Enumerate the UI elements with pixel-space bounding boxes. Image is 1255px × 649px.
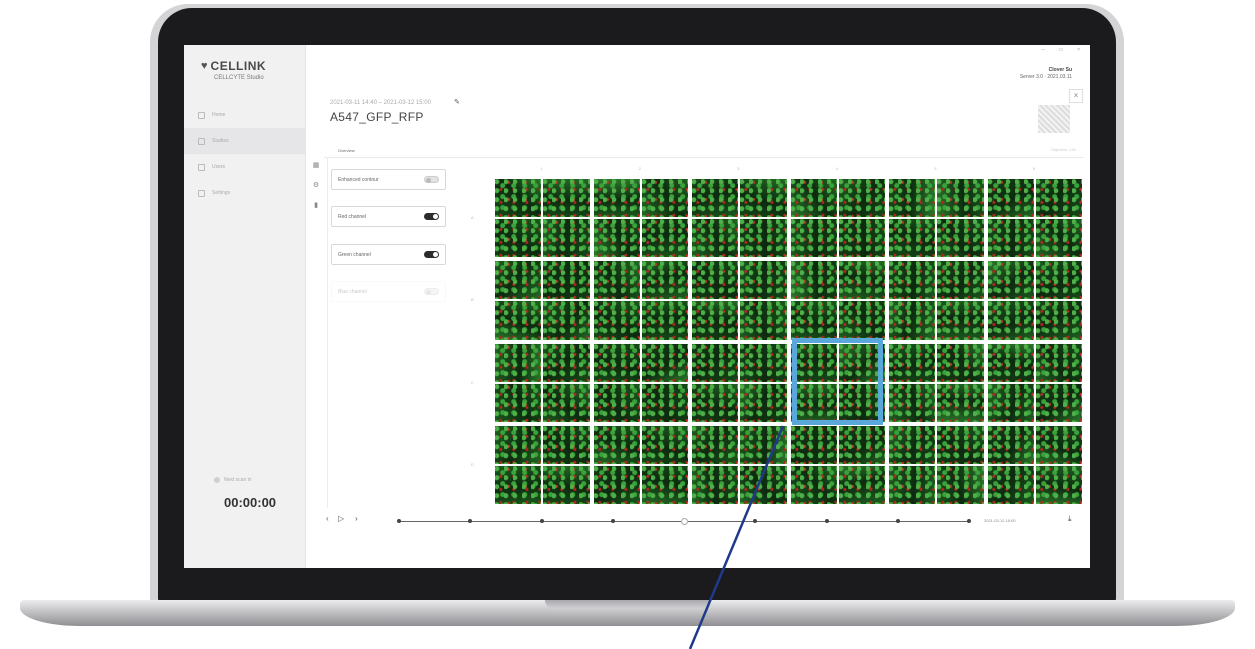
callout-line xyxy=(688,425,785,649)
callout-line-stroke xyxy=(688,425,785,649)
